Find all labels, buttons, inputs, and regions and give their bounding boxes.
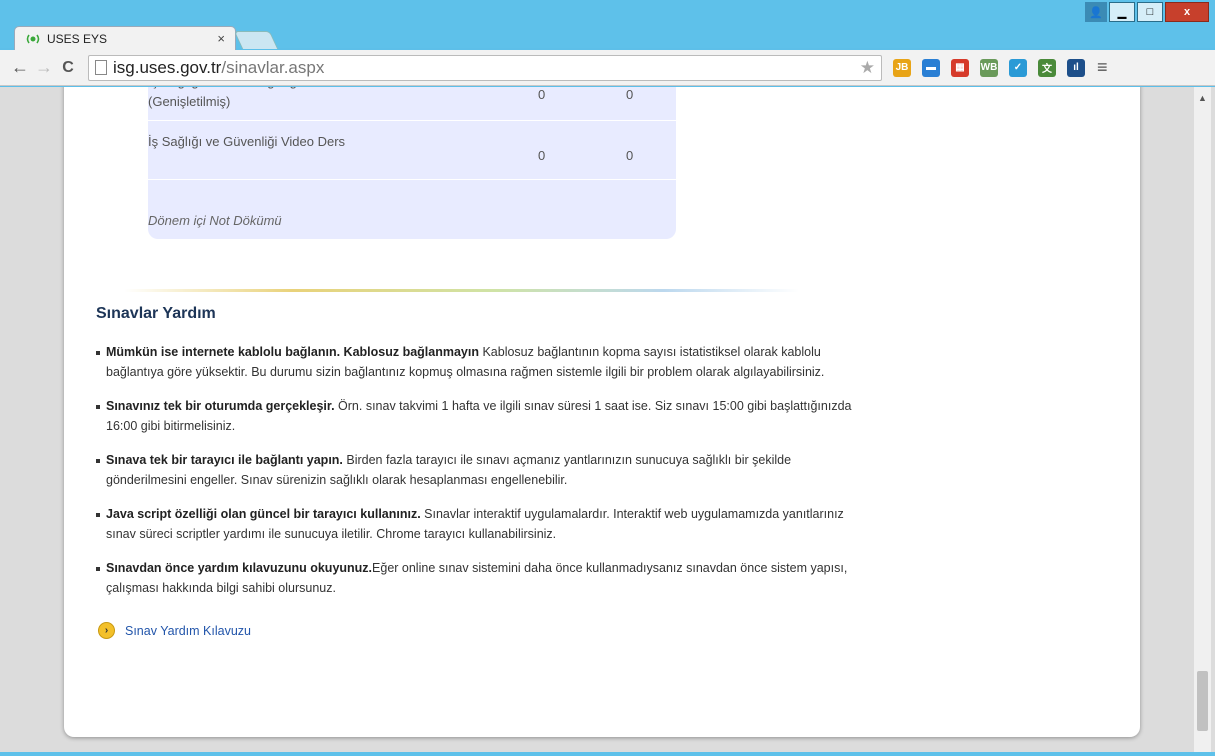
list-item: Sınavınız tek bir oturumda gerçekleşir. … (96, 397, 856, 436)
back-arrow-icon[interactable]: ← (8, 57, 32, 78)
list-item: Java script özelliği olan güncel bir tar… (96, 505, 856, 544)
bookmark-star-icon[interactable]: ★ (860, 58, 875, 78)
red-grid-extension-icon[interactable]: ▦ (951, 58, 969, 77)
scrollbar-thumb[interactable] (1197, 671, 1208, 731)
minimize-button[interactable]: ▁ (1109, 2, 1135, 22)
score-value-2: 0 (626, 148, 634, 163)
section-divider (124, 289, 799, 292)
bullet-icon (96, 405, 100, 409)
list-item: Sınava tek bir tarayıcı ile bağlantı yap… (96, 451, 856, 490)
score-value-1: 0 (538, 87, 546, 102)
bullet-icon (96, 513, 100, 517)
list-item: Sınavdan önce yardım kılavuzunu okuyunuz… (96, 559, 856, 598)
table-row: İş Sağlığı ve Güvenliği Video Ders 0 0 (148, 122, 676, 180)
bullet-icon (96, 459, 100, 463)
close-window-button[interactable]: x (1165, 2, 1209, 22)
forward-arrow-icon[interactable]: → (32, 57, 56, 78)
item-heading: Sınavdan önce yardım kılavuzunu okuyunuz… (106, 561, 373, 575)
table-row: İş Sağlığı ve Güvenliği Eğitimi (Genişle… (148, 87, 676, 121)
translate-extension-icon[interactable]: 文 (1038, 58, 1056, 77)
tab-title: USES EYS (47, 31, 108, 46)
item-heading: Sınavınız tek bir oturumda gerçekleşir. (106, 399, 335, 413)
item-heading: Sınava tek bir tarayıcı ile bağlantı yap… (106, 453, 343, 467)
browser-toolbar: ← → C isg.uses.gov.tr /sinavlar.aspx ★ J… (0, 50, 1215, 86)
check-extension-icon[interactable]: ✓ (1009, 58, 1027, 77)
help-list: Mümkün ise internete kablolu bağlanın. K… (96, 343, 856, 613)
url-path: /sinavlar.aspx (221, 57, 325, 77)
page-viewport: İş Sağlığı ve Güvenliği Eğitimi (Genişle… (0, 87, 1215, 752)
help-guide-link-label[interactable]: Sınav Yardım Kılavuzu (125, 624, 251, 638)
url-host: isg.uses.gov.tr (113, 57, 222, 77)
browser-tab[interactable]: USES EYS × (14, 26, 236, 50)
list-item: Mümkün ise internete kablolu bağlanın. K… (96, 343, 856, 382)
address-bar[interactable]: isg.uses.gov.tr /sinavlar.aspx ★ (88, 54, 882, 81)
scroll-up-arrow-icon[interactable]: ▲ (1198, 93, 1207, 103)
help-guide-link[interactable]: › Sınav Yardım Kılavuzu (98, 622, 251, 639)
extensions-area: JB ▬ ▦ WB ✓ 文 ıl (882, 58, 1085, 77)
wb-extension-icon[interactable]: WB (980, 58, 998, 77)
menu-icon[interactable]: ≡ (1097, 57, 1108, 78)
arrow-right-icon: › (98, 622, 115, 639)
window-controls: 👤 ▁ □ x (1085, 2, 1209, 22)
help-section-title: Sınavlar Yardım (96, 305, 216, 322)
window-extension-icon[interactable]: ▬ (922, 58, 940, 77)
bullet-icon (96, 567, 100, 571)
score-value-2: 0 (626, 87, 634, 102)
vertical-scrollbar[interactable]: ▲ (1194, 87, 1211, 752)
tab-close-icon[interactable]: × (217, 31, 225, 46)
score-value-1: 0 (538, 148, 546, 163)
content-card: İş Sağlığı ve Güvenliği Eğitimi (Genişle… (64, 87, 1140, 737)
window-bottom-border (0, 752, 1215, 756)
course-name: İş Sağlığı ve Güvenliği Eğitimi (Genişle… (148, 87, 320, 109)
user-profile-icon[interactable]: 👤 (1085, 2, 1107, 22)
maximize-button[interactable]: □ (1137, 2, 1163, 22)
reload-icon[interactable]: C (56, 59, 80, 77)
favicon-broadcast-icon (26, 34, 40, 43)
chart-extension-icon[interactable]: ıl (1067, 58, 1085, 77)
item-heading: Mümkün ise internete kablolu bağlanın. K… (106, 345, 479, 359)
bullet-icon (96, 351, 100, 355)
grade-report-link[interactable]: Dönem içi Not Dökümü (148, 213, 282, 228)
course-name: İş Sağlığı ve Güvenliği Video Ders (148, 134, 346, 149)
page-icon (95, 60, 107, 75)
scores-panel: İş Sağlığı ve Güvenliği Eğitimi (Genişle… (148, 87, 676, 239)
jb-extension-icon[interactable]: JB (893, 58, 911, 77)
item-heading: Java script özelliği olan güncel bir tar… (106, 507, 421, 521)
